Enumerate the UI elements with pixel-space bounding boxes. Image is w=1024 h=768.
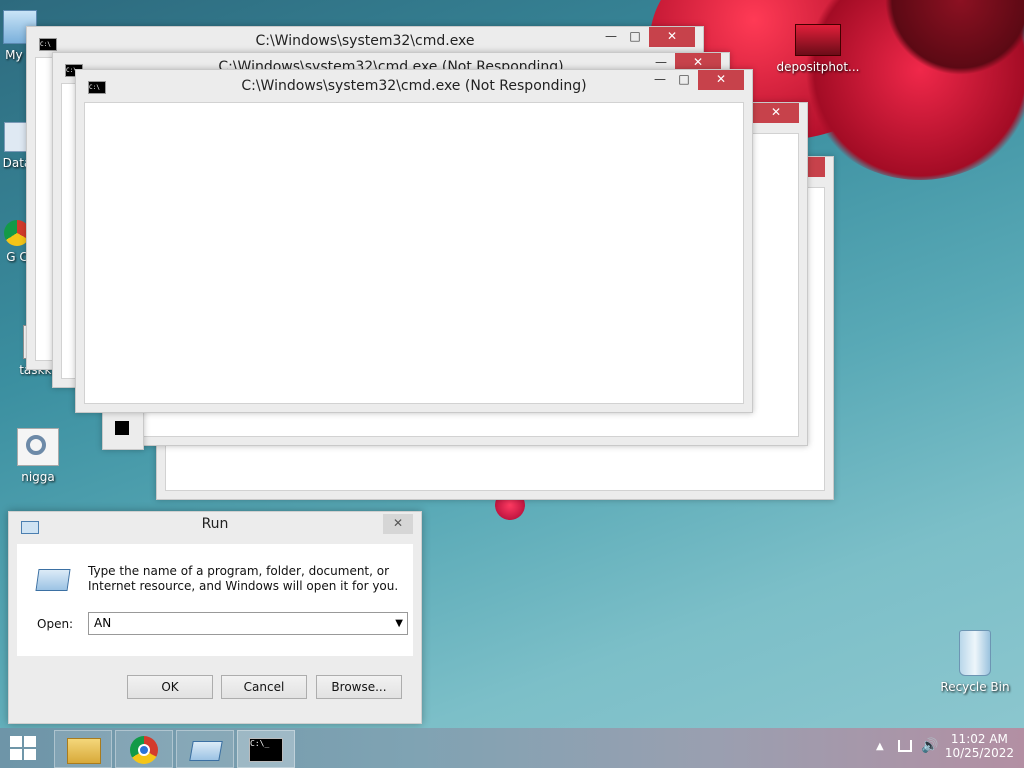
network-icon[interactable] (898, 740, 912, 752)
start-button[interactable] (8, 736, 38, 760)
chevron-down-icon[interactable]: ▼ (395, 613, 403, 634)
ok-button[interactable]: OK (127, 675, 213, 699)
maximize-button[interactable]: □ (623, 27, 647, 47)
taskbar-cmd[interactable]: C:\_ (237, 730, 295, 768)
desktop-icon-nigga[interactable]: nigga (14, 428, 62, 484)
browse-button[interactable]: Browse... (316, 675, 402, 699)
taskbar-run[interactable] (176, 730, 234, 768)
run-icon (189, 741, 223, 761)
clock-date: 10/25/2022 (944, 746, 1014, 760)
cmd-icon (115, 421, 129, 435)
chrome-icon (130, 736, 158, 764)
cmd-icon: C:\_ (249, 738, 283, 762)
dialog-body: Type the name of a program, folder, docu… (17, 544, 413, 656)
run-program-icon (35, 569, 71, 591)
recycle-bin-icon (959, 630, 991, 676)
dialog-title: Run (201, 516, 229, 532)
taskbar-file-explorer[interactable] (54, 730, 112, 768)
taskbar-chrome[interactable] (115, 730, 173, 768)
close-button[interactable]: ✕ (698, 70, 744, 90)
speaker-icon[interactable]: 🔊 (921, 738, 938, 754)
close-button[interactable]: ✕ (649, 27, 695, 47)
clock[interactable]: 11:02 AM 10/25/2022 (945, 732, 1014, 760)
taskbar: C:\_ ▲ 🔊 (0, 728, 1024, 768)
minimize-button[interactable]: — (599, 27, 623, 47)
console-area (84, 102, 744, 404)
open-input-value[interactable]: AN (94, 613, 111, 634)
minimize-button[interactable]: — (648, 70, 672, 90)
close-button[interactable] (805, 157, 825, 177)
desktop: My C Data G C taskki nigga depositphot..… (0, 0, 1024, 728)
description-text: Type the name of a program, folder, docu… (88, 564, 399, 593)
open-label: Open: (37, 617, 74, 631)
desktop-icon-depositphotos[interactable]: depositphot... (776, 24, 860, 74)
close-button[interactable]: ✕ (753, 103, 799, 123)
folder-icon (67, 738, 101, 764)
gear-file-icon (17, 428, 59, 466)
open-combobox[interactable]: AN ▼ (88, 612, 408, 635)
show-hidden-icons-button[interactable]: ▲ (876, 741, 884, 752)
cmd-window-3[interactable]: C:\ C:\Windows\system32\cmd.exe (Not Res… (75, 69, 753, 413)
cancel-button[interactable]: Cancel (221, 675, 307, 699)
image-thumbnail-icon (795, 24, 841, 56)
close-button[interactable]: ✕ (383, 514, 413, 534)
windows-logo-icon (10, 736, 36, 760)
desktop-icon-recycle-bin[interactable]: Recycle Bin (940, 630, 1010, 694)
gear-icon (26, 435, 46, 455)
run-dialog[interactable]: Run ✕ Type the name of a program, folder… (8, 511, 422, 724)
clock-time: 11:02 AM (950, 732, 1008, 746)
maximize-button[interactable]: □ (672, 70, 696, 90)
